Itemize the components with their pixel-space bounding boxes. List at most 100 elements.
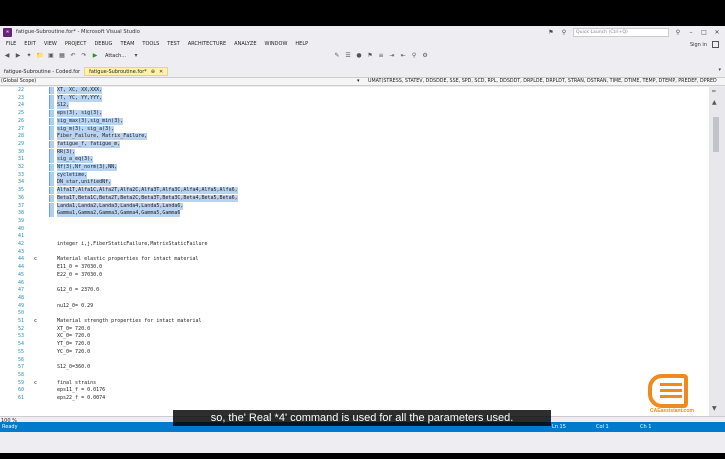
code-line[interactable]: 44 c Material elastic properties for intac… bbox=[0, 256, 709, 263]
menu-project[interactable]: PROJECT bbox=[61, 41, 91, 47]
outdent-icon[interactable]: ⇤ bbox=[399, 52, 407, 59]
code-line[interactable]: 52 XT_0= 720.0 bbox=[0, 326, 709, 333]
code-line[interactable]: 48 bbox=[0, 295, 709, 302]
code-line[interactable]: 42 integer i,j,FiberStaticFailure,MatrixS… bbox=[0, 241, 709, 248]
new-project-icon[interactable]: ✦ bbox=[25, 52, 33, 59]
code-line[interactable]: 49 nu12_0= 0.29 bbox=[0, 303, 709, 310]
tab-fatigue-subroutine[interactable]: fatigue-Subroutine.for* ⊕ ✕ bbox=[84, 67, 169, 76]
undo-icon[interactable]: ↶ bbox=[69, 52, 77, 59]
code-line[interactable]: 39 bbox=[0, 218, 709, 225]
scrollbar-thumb[interactable] bbox=[713, 117, 719, 152]
code-line[interactable]: 28 Fiber_Failure, Matrix_Failure, bbox=[0, 133, 709, 141]
redo-icon[interactable]: ↷ bbox=[80, 52, 88, 59]
scroll-up-icon[interactable]: ▲ bbox=[712, 99, 717, 106]
code-line[interactable]: 45 E22_0 = 37030.0 bbox=[0, 272, 709, 279]
line-number: 48 bbox=[17, 294, 24, 301]
feedback-icon[interactable]: ⚲ bbox=[560, 29, 568, 36]
vertical-scrollbar[interactable]: ═ ▲ ▼ bbox=[709, 87, 725, 416]
comment-icon[interactable]: ☰ bbox=[344, 52, 352, 59]
code-line[interactable]: 31 sig_a_eq(3), bbox=[0, 156, 709, 164]
tab-list-dropdown-icon[interactable]: ▾ bbox=[718, 67, 721, 73]
code-line[interactable]: 46 bbox=[0, 280, 709, 287]
code-line[interactable]: 36 Beta1T,Beta1C,Beta2T,Beta2C,Beta3T,Bet… bbox=[0, 194, 709, 202]
split-icon[interactable]: ═ bbox=[712, 88, 716, 95]
back-icon[interactable]: ◀ bbox=[3, 52, 11, 59]
toolbar-tool-icon[interactable]: ✎ bbox=[333, 52, 341, 59]
menu-analyze[interactable]: ANALYZE bbox=[230, 41, 260, 47]
code-line[interactable]: 55 YC_0= 720.0 bbox=[0, 349, 709, 356]
code-line[interactable]: 35 Alfa1T,Alfa1C,Alfa2T,Alfa2C,Alfa3T,Alf… bbox=[0, 187, 709, 195]
code-line[interactable]: 40 bbox=[0, 226, 709, 233]
indent-icon[interactable]: ⇥ bbox=[388, 52, 396, 59]
menu-view[interactable]: VIEW bbox=[40, 41, 61, 47]
code-line[interactable]: 51 c Material strength properties for inta… bbox=[0, 318, 709, 325]
menu-debug[interactable]: DEBUG bbox=[90, 41, 116, 47]
tab-fatigue-subroutine-coded[interactable]: fatigue-Subroutine - Coded.for bbox=[0, 67, 85, 76]
code-line[interactable]: 30 RR(3), bbox=[0, 148, 709, 156]
maximize-icon[interactable]: □ bbox=[700, 29, 708, 36]
code-line[interactable]: 56 bbox=[0, 357, 709, 364]
code-line[interactable]: 59 c final strains bbox=[0, 380, 709, 387]
save-icon[interactable]: ▣ bbox=[47, 52, 55, 59]
sign-in-link[interactable]: Sign in bbox=[690, 42, 707, 48]
format-icon[interactable]: ≡ bbox=[377, 52, 385, 59]
forward-icon[interactable]: ▶ bbox=[14, 52, 22, 59]
code-line[interactable]: 50 bbox=[0, 310, 709, 317]
code-line[interactable]: 47 G12_0 = 2370.0 bbox=[0, 287, 709, 294]
code-line[interactable]: 37 Landa1,Landa2,Landa3,Landa4,Landa5,Lan… bbox=[0, 202, 709, 210]
find-icon[interactable]: ⚲ bbox=[410, 52, 418, 59]
code-line[interactable]: 54 YT_0= 720.0 bbox=[0, 341, 709, 348]
code-line[interactable]: 24 S12, bbox=[0, 102, 709, 110]
code-line[interactable]: 22 XT, XC, XX,XXX, bbox=[0, 87, 709, 94]
menu-file[interactable]: FILE bbox=[2, 41, 20, 47]
code-editor[interactable]: 22 XT, XC, XX,XXX, 23 YT, YC, YY,YYY, 24 S12,… bbox=[0, 87, 709, 416]
code-line[interactable]: 23 YT, YC, YY,YYY, bbox=[0, 94, 709, 102]
notification-flag-icon[interactable]: ⚑ bbox=[547, 29, 555, 36]
code-line[interactable]: 26 sig_max(3),sig_min(3), bbox=[0, 117, 709, 125]
code-line[interactable]: 32 Nf(3),Nf_norm(3),NN, bbox=[0, 164, 709, 171]
search-icon[interactable]: ⚲ bbox=[674, 29, 682, 36]
code-line[interactable]: 29 fatigue_f, fatigue_m, bbox=[0, 140, 709, 148]
attach-button[interactable]: Attach... bbox=[105, 53, 126, 59]
start-debug-icon[interactable]: ▶ bbox=[91, 52, 99, 59]
line-number: 59 bbox=[17, 379, 24, 386]
menu-team[interactable]: TEAM bbox=[116, 41, 138, 47]
quick-launch-input[interactable]: Quick Launch (Ctrl+Q) bbox=[573, 27, 669, 37]
code-line[interactable]: 41 bbox=[0, 233, 709, 240]
pin-icon[interactable]: ⊕ bbox=[151, 69, 155, 75]
line-number: 41 bbox=[17, 233, 24, 240]
code-line[interactable]: 60 eps11_f = 0.0176 bbox=[0, 387, 709, 394]
code-line[interactable]: 57 S12_0=360.0 bbox=[0, 364, 709, 371]
code-line[interactable]: 53 XC_0= 720.0 bbox=[0, 333, 709, 340]
code-line[interactable]: 33 cycletime, bbox=[0, 171, 709, 179]
menu-edit[interactable]: EDIT bbox=[20, 41, 40, 47]
minimize-icon[interactable]: – bbox=[687, 29, 695, 36]
scroll-down-icon[interactable]: ▼ bbox=[712, 405, 717, 412]
code-line[interactable]: 34 DN_star,unifiedNf, bbox=[0, 179, 709, 187]
dropdown-arrow-icon[interactable]: ▾ bbox=[132, 52, 140, 59]
selected-code-text: RR(3), bbox=[57, 148, 76, 156]
code-line[interactable]: 27 sig_m(3), sig_a(3), bbox=[0, 125, 709, 133]
menu-help[interactable]: HELP bbox=[291, 41, 312, 47]
code-line[interactable]: 58 bbox=[0, 372, 709, 379]
close-icon[interactable]: ✕ bbox=[713, 29, 721, 36]
code-line[interactable]: 44 E11_0 = 37030.0 bbox=[0, 264, 709, 271]
scope-dropdown-arrow-icon[interactable]: ▾ bbox=[357, 78, 360, 84]
menu-tools[interactable]: TOOLS bbox=[138, 41, 163, 47]
settings-icon[interactable]: ⚙ bbox=[421, 52, 429, 59]
account-icon[interactable] bbox=[712, 41, 719, 48]
code-line[interactable]: 38 Gamma1,Gamma2,Gamma3,Gamma4,Gamma5,Gam… bbox=[0, 210, 709, 218]
breakpoint-icon[interactable]: ● bbox=[355, 52, 363, 59]
bookmark-icon[interactable]: ⚑ bbox=[366, 52, 374, 59]
menu-test[interactable]: TEST bbox=[163, 41, 183, 47]
code-line[interactable]: 43 bbox=[0, 249, 709, 256]
member-dropdown[interactable]: UMAT(STRESS, STATEV, DDSDDE, SSE, SPD, S… bbox=[368, 79, 717, 85]
code-line[interactable]: 25 eps(3), sig(3), bbox=[0, 110, 709, 118]
code-line[interactable]: 61 eps22_f = 0.0074 bbox=[0, 395, 709, 402]
scope-dropdown[interactable]: (Global Scope) bbox=[1, 79, 363, 85]
save-all-icon[interactable]: ▦ bbox=[58, 52, 66, 59]
menu-window[interactable]: WINDOW bbox=[261, 41, 292, 47]
close-tab-icon[interactable]: ✕ bbox=[159, 69, 163, 75]
menu-architecture[interactable]: ARCHITECTURE bbox=[184, 41, 230, 47]
open-file-icon[interactable]: 📁 bbox=[36, 52, 44, 59]
